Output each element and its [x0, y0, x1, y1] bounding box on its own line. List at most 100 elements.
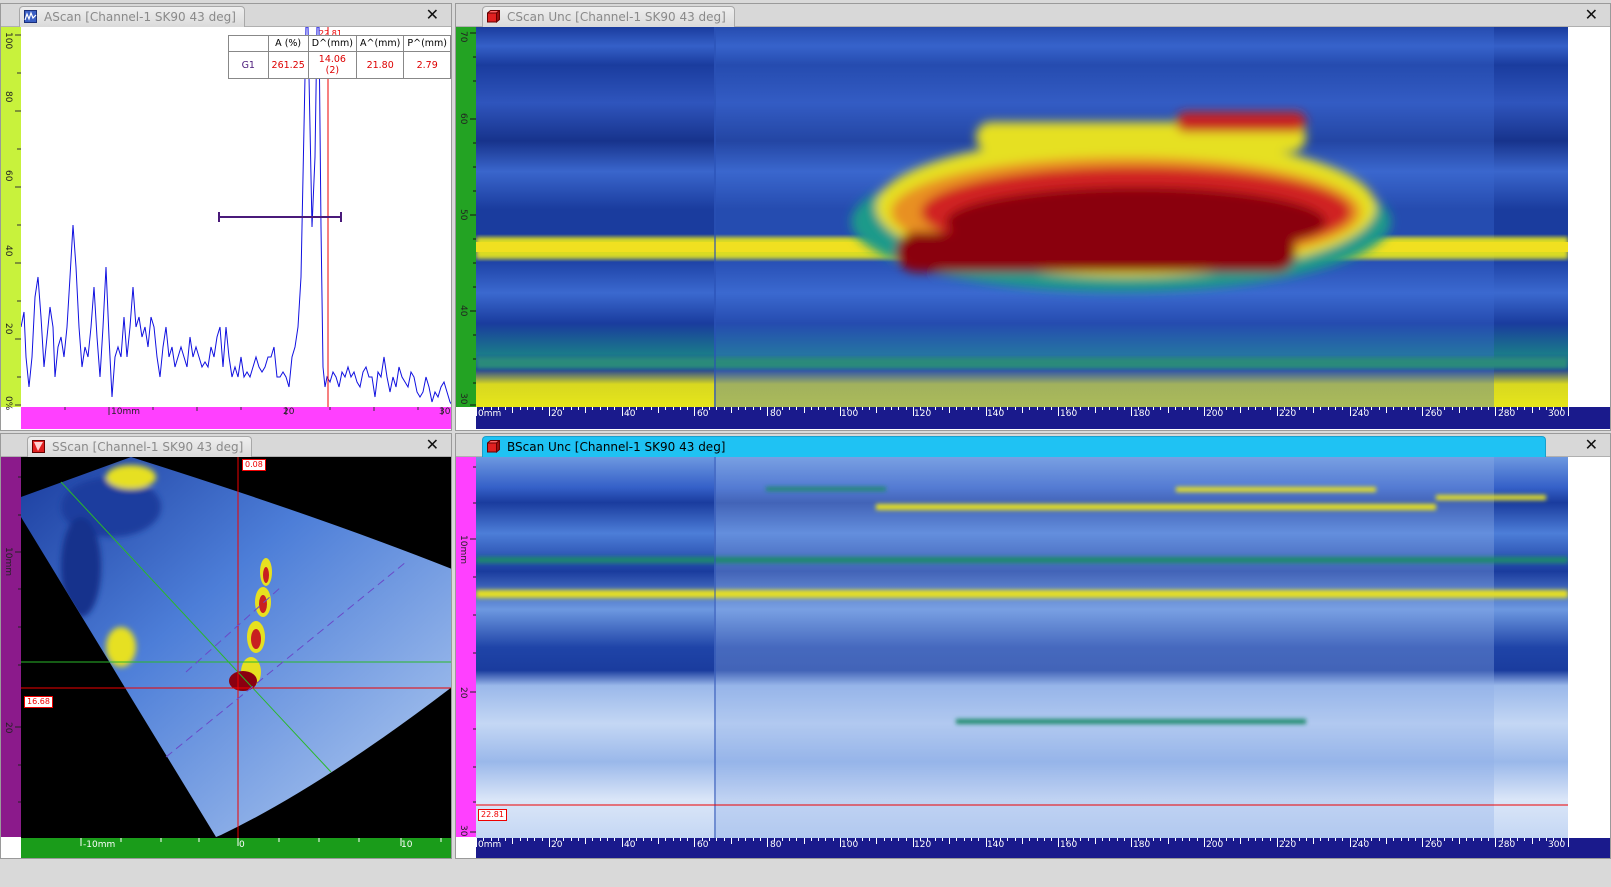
bscan-tab[interactable]: BScan Unc [Channel-1 SK90 43 deg]: [482, 436, 1546, 457]
cscan-index-scale[interactable]: 70 60 50 40 30: [456, 27, 476, 407]
cscan-htick: 40: [624, 409, 636, 419]
cscan-titlebar: CScan Unc [Channel-1 SK90 43 deg] ✕: [456, 4, 1610, 27]
bscan-close-icon[interactable]: ✕: [1585, 436, 1598, 454]
cscan-htick: 240: [1352, 409, 1370, 419]
bscan-htick: 260: [1425, 840, 1443, 850]
bscan-htick: 0mm: [478, 840, 502, 850]
cscan-vtick: 30: [458, 393, 468, 405]
ascan-amplitude-scale[interactable]: 100 80 60 40 20 0%: [1, 27, 21, 411]
bscan-depth-ticks: [470, 466, 476, 833]
sscan-vtick: 20: [3, 722, 13, 734]
sscan-htick: 10: [401, 840, 413, 850]
bscan-htick: 280: [1498, 840, 1516, 850]
ascan-htick: 20: [283, 407, 295, 417]
ascan-vtick: 20: [3, 323, 13, 335]
bscan-htick: 20: [551, 840, 563, 850]
bscan-title: BScan Unc [Channel-1 SK90 43 deg]: [507, 440, 726, 454]
gate-value-cell: 14.06 (2): [307, 51, 357, 79]
bscan-titlebar: BScan Unc [Channel-1 SK90 43 deg] ✕: [456, 434, 1610, 457]
cscan-htick: 280: [1498, 409, 1516, 419]
bscan-htick: 220: [1279, 840, 1297, 850]
bscan-htick: 180: [1133, 840, 1151, 850]
sscan-left-cursor-label: 16.68: [24, 696, 53, 708]
cscan-tab[interactable]: CScan Unc [Channel-1 SK90 43 deg]: [482, 6, 735, 27]
cscan-htick: 180: [1133, 409, 1151, 419]
gate-table-header: A (%) D^(mm) A^(mm) P^(mm): [228, 35, 451, 52]
ascan-vtick: 80: [3, 91, 13, 103]
ascan-close-icon[interactable]: ✕: [426, 6, 439, 24]
bscan-htick: 120: [914, 840, 932, 850]
ascan-tab[interactable]: AScan [Channel-1 SK90 43 deg]: [19, 6, 245, 27]
ascan-vtick: 40: [3, 245, 13, 257]
sscan-icon: [32, 440, 45, 453]
ascan-icon: [24, 10, 37, 23]
sscan-vtick: 10mm: [3, 547, 13, 576]
cscan-htick: 20: [551, 409, 563, 419]
ascan-vtick: 0%: [3, 396, 13, 411]
ascan-gate-table: A (%) D^(mm) A^(mm) P^(mm) G1 261.25 14.…: [228, 35, 451, 79]
bscan-htick: 100: [841, 840, 859, 850]
bscan-vtick: 10mm: [458, 535, 468, 564]
cscan-htick: 0mm: [478, 409, 502, 419]
ascan-amplitude-ticks: [15, 34, 21, 406]
bscan-htick: 240: [1352, 840, 1370, 850]
gate-value-cell: 21.80: [355, 51, 405, 79]
bscan-htick: 140: [987, 840, 1005, 850]
ascan-depth-scale[interactable]: 10mm 20 30: [21, 407, 451, 429]
ascan-vtick: 60: [3, 170, 13, 182]
sscan-index-scale[interactable]: -10mm 0 10: [21, 838, 451, 858]
bscan-htick: 200: [1206, 840, 1224, 850]
ascan-htick: 30: [439, 407, 451, 417]
cscan-vtick: 70: [458, 31, 468, 43]
bscan-image[interactable]: [476, 457, 1568, 838]
sscan-close-icon[interactable]: ✕: [426, 436, 439, 454]
bscan-htick: 40: [624, 840, 636, 850]
gate-name-cell: G1: [228, 51, 269, 79]
gate-table-header-cell: A^(mm): [355, 35, 405, 52]
sscan-htick: 0: [239, 840, 245, 850]
sscan-panel: SScan [Channel-1 SK90 43 deg] ✕ 10mm 20: [0, 433, 452, 859]
bscan-htick: 160: [1060, 840, 1078, 850]
sscan-tab[interactable]: SScan [Channel-1 SK90 43 deg]: [27, 436, 253, 457]
sscan-image[interactable]: [21, 457, 452, 838]
cscan-htick: 100: [841, 409, 859, 419]
cscan-scan-scale[interactable]: 0mm 20 40 60 80 100 120 140 160 180 200 …: [476, 407, 1610, 429]
cscan-image[interactable]: [476, 27, 1568, 407]
cscan-title: CScan Unc [Channel-1 SK90 43 deg]: [507, 10, 726, 24]
bscan-htick: 80: [770, 840, 782, 850]
ascan-waveform-plot[interactable]: [21, 27, 452, 407]
gate-value-cell: 2.79: [403, 51, 451, 79]
cscan-htick: 200: [1206, 409, 1224, 419]
sscan-titlebar: SScan [Channel-1 SK90 43 deg] ✕: [1, 434, 451, 457]
bscan-htick: 300: [1548, 840, 1566, 850]
ascan-vtick: 100: [3, 32, 13, 50]
sscan-top-cursor-label: 0.08: [242, 459, 266, 471]
gate-value-cell: 261.25: [267, 51, 309, 79]
bscan-depth-scale[interactable]: 10mm 20 30: [456, 457, 476, 837]
cscan-close-icon[interactable]: ✕: [1585, 6, 1598, 24]
gate-table-header-cell: D^(mm): [307, 35, 357, 52]
gate-table-header-cell: P^(mm): [403, 35, 451, 52]
cscan-htick: 80: [770, 409, 782, 419]
bscan-htick: 60: [697, 840, 709, 850]
bscan-icon: [487, 440, 500, 453]
sscan-title: SScan [Channel-1 SK90 43 deg]: [52, 440, 244, 454]
cscan-htick: 300: [1548, 409, 1566, 419]
ascan-depth-ticks: [64, 407, 443, 415]
bscan-scan-scale[interactable]: 0mm 20 40 60 80 100 120 140 160 180 200 …: [476, 838, 1610, 858]
cscan-vtick: 40: [458, 305, 468, 317]
cscan-htick: 140: [987, 409, 1005, 419]
cscan-htick: 220: [1279, 409, 1297, 419]
sscan-htick: -10mm: [83, 840, 116, 850]
cscan-icon: [487, 10, 500, 23]
bscan-vtick: 30: [458, 825, 468, 837]
ascan-panel: AScan [Channel-1 SK90 43 deg] ✕ 100 80 6…: [0, 3, 452, 431]
cscan-htick: 160: [1060, 409, 1078, 419]
cscan-htick: 60: [697, 409, 709, 419]
sscan-depth-scale[interactable]: 10mm 20: [1, 457, 21, 837]
ascan-titlebar: AScan [Channel-1 SK90 43 deg] ✕: [1, 4, 451, 27]
bscan-cursor-label: 22.81: [478, 809, 507, 821]
cscan-panel: CScan Unc [Channel-1 SK90 43 deg] ✕ 70 6…: [455, 3, 1611, 431]
gate-table-header-cell: A (%): [267, 35, 309, 52]
ascan-title: AScan [Channel-1 SK90 43 deg]: [44, 10, 236, 24]
